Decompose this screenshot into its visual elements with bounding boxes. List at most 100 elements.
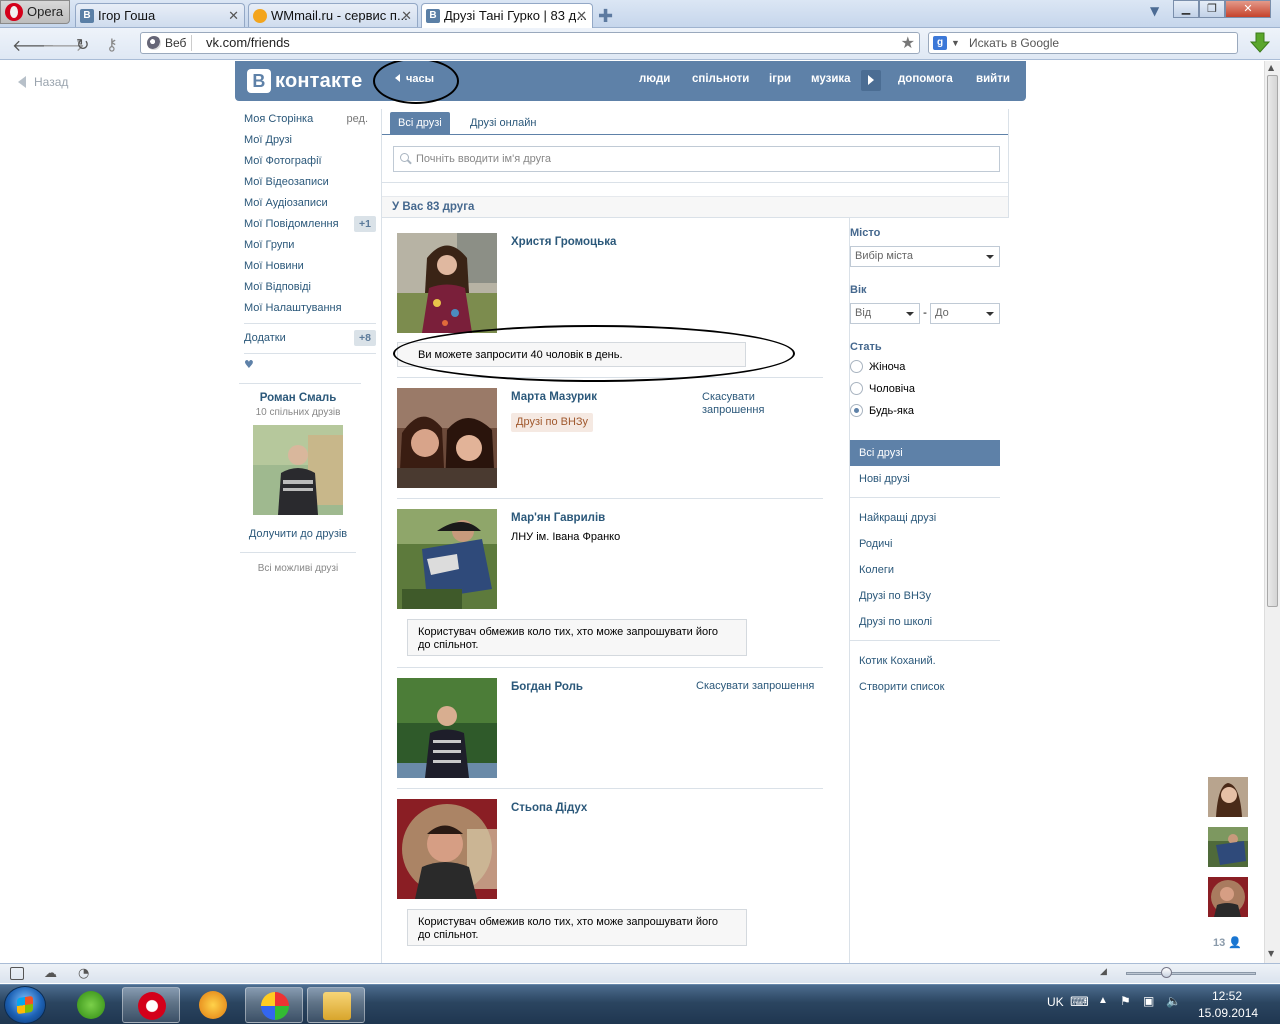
taskbar-explorer[interactable]: [307, 987, 365, 1023]
browser-tab-2[interactable]: WMmail.ru - сервис п... ✕: [248, 3, 418, 27]
menu-my-news[interactable]: Мої Новини: [244, 256, 376, 277]
minimize-button[interactable]: ▁: [1173, 0, 1199, 18]
age-from-select[interactable]: Від: [850, 303, 920, 324]
menu-my-photos[interactable]: Мої Фотографії: [244, 151, 376, 172]
tab-close-icon[interactable]: ✕: [401, 8, 412, 24]
taskbar-opera[interactable]: [122, 987, 180, 1023]
header-clock[interactable]: часы: [395, 73, 434, 85]
friend-name[interactable]: Христя Громоцька: [511, 236, 616, 248]
menu-my-audio[interactable]: Мої Аудіозаписи: [244, 193, 376, 214]
restore-button[interactable]: ❐: [1199, 0, 1225, 18]
network-icon[interactable]: ▣: [1143, 994, 1154, 1008]
sex-radio-female[interactable]: Жіноча: [850, 360, 905, 376]
friend-list-tag[interactable]: Друзі по ВНЗу: [511, 413, 594, 432]
list-all-friends[interactable]: Всі друзі: [850, 440, 1000, 466]
heart-icon[interactable]: ♥: [244, 358, 376, 376]
browser-tab-3-active[interactable]: В Друзі Тані Гурко | 83 д... ✕: [421, 3, 593, 28]
volume-icon[interactable]: 🔈: [1166, 994, 1181, 1008]
nav-games[interactable]: ігри: [769, 73, 791, 85]
cloud-icon[interactable]: ☁: [44, 966, 57, 981]
close-window-button[interactable]: ✕: [1225, 0, 1271, 18]
list-school[interactable]: Друзі по школі: [850, 609, 1000, 635]
keyboard-language[interactable]: UK: [1047, 995, 1064, 1009]
keyboard-icon[interactable]: ⌨: [1070, 994, 1089, 1010]
sex-radio-any[interactable]: Будь-яка: [850, 404, 914, 420]
cancel-invite-link[interactable]: Скасувати запрошення: [696, 680, 814, 693]
list-new-friends[interactable]: Нові друзі: [850, 466, 1000, 492]
edit-link[interactable]: ред.: [347, 109, 368, 130]
chat-dock-avatar[interactable]: [1208, 877, 1248, 917]
friend-avatar[interactable]: [397, 509, 497, 609]
scrollbar-thumb[interactable]: [1267, 75, 1278, 607]
suggestion-avatar[interactable]: [253, 425, 343, 515]
chat-dock-avatar[interactable]: [1208, 827, 1248, 867]
browser-tab-1[interactable]: В Ігор Гоша ✕: [75, 3, 245, 27]
taskbar-utorrent[interactable]: [62, 987, 120, 1023]
tray-expand-icon[interactable]: ▲: [1098, 995, 1108, 1006]
menu-my-friends[interactable]: Мої Друзі: [244, 130, 376, 151]
chat-dock-avatar[interactable]: [1208, 777, 1248, 817]
action-center-flag-icon[interactable]: ⚑: [1120, 994, 1131, 1008]
age-to-select[interactable]: До: [930, 303, 1000, 324]
zoom-slider-knob[interactable]: [1161, 967, 1172, 978]
site-info-badge[interactable]: Веб: [145, 35, 193, 51]
city-select[interactable]: Вибір міста: [850, 246, 1000, 267]
new-tab-plus-icon[interactable]: ✚: [598, 6, 613, 27]
friend-search-input[interactable]: Почніть вводити ім'я друга: [393, 146, 1000, 172]
scroll-down-icon[interactable]: ▼: [1268, 949, 1274, 958]
opera-menu-button[interactable]: Opera: [0, 0, 70, 24]
nav-people[interactable]: люди: [639, 73, 670, 85]
tab-all-friends[interactable]: Всі друзі: [390, 112, 450, 135]
tab-online-friends[interactable]: Друзі онлайн: [462, 112, 544, 135]
panel-toggle-icon[interactable]: [10, 967, 24, 980]
back-link[interactable]: Назад: [18, 75, 68, 89]
music-play-icon[interactable]: [861, 70, 881, 91]
suggestion-name[interactable]: Роман Смаль: [240, 392, 356, 404]
nav-communities[interactable]: спільноти: [692, 73, 749, 85]
taskbar-aimp[interactable]: [184, 987, 242, 1023]
friend-name[interactable]: Мар'ян Гаврилів: [511, 512, 605, 524]
download-arrow-icon[interactable]: [1250, 32, 1270, 54]
tab-close-icon[interactable]: ✕: [576, 8, 587, 24]
vertical-scrollbar[interactable]: ▲ ▼: [1264, 61, 1280, 963]
cancel-invite-link[interactable]: Скасувати запрошення: [702, 391, 764, 417]
menu-my-answers[interactable]: Мої Відповіді: [244, 277, 376, 298]
scroll-up-icon[interactable]: ▲: [1268, 63, 1274, 72]
dock-online-count[interactable]: 13 👤: [1213, 936, 1242, 949]
nav-help[interactable]: допомога: [898, 73, 953, 85]
url-field[interactable]: Веб vk.com/friends ★: [140, 32, 920, 54]
friend-name[interactable]: Богдан Роль: [511, 681, 583, 693]
speed-dial-icon[interactable]: ◔: [78, 966, 89, 981]
search-engine-chevron-icon[interactable]: ▼: [951, 33, 960, 53]
list-best-friends[interactable]: Найкращі друзі: [850, 505, 1000, 531]
add-friend-link[interactable]: Долучити до друзів: [240, 528, 356, 540]
reload-icon[interactable]: ↻: [76, 35, 89, 54]
menu-my-messages[interactable]: Мої Повідомлення +1: [244, 214, 376, 235]
clock-date[interactable]: 15.09.2014: [1198, 1006, 1258, 1020]
google-search-field[interactable]: g ▼ Искать в Google: [928, 32, 1238, 54]
friend-avatar[interactable]: [397, 678, 497, 778]
menu-my-videos[interactable]: Мої Відеозаписи: [244, 172, 376, 193]
friend-avatar[interactable]: [397, 388, 497, 488]
friend-name[interactable]: Марта Мазурик: [511, 391, 597, 403]
friend-name[interactable]: Стьопа Дідух: [511, 802, 587, 814]
sex-radio-male[interactable]: Чоловіча: [850, 382, 915, 398]
bookmark-star-icon[interactable]: ★: [901, 33, 915, 52]
clock-time[interactable]: 12:52: [1212, 989, 1242, 1003]
all-suggestions-link[interactable]: Всі можливі друзі: [240, 552, 356, 574]
tab-close-icon[interactable]: ✕: [228, 8, 239, 24]
list-custom-kotyk[interactable]: Котик Коханий.: [850, 648, 1000, 674]
create-list-link[interactable]: Створити список: [850, 674, 1000, 700]
menu-my-groups[interactable]: Мої Групи: [244, 235, 376, 256]
list-university[interactable]: Друзі по ВНЗу: [850, 583, 1000, 609]
menu-my-page[interactable]: Моя Сторінка ред.: [244, 109, 376, 130]
nav-music[interactable]: музика: [811, 73, 851, 85]
start-button-windows-icon[interactable]: [4, 986, 46, 1024]
menu-my-settings[interactable]: Мої Налаштування: [244, 298, 376, 319]
friend-avatar[interactable]: [397, 799, 497, 899]
nav-logout[interactable]: вийти: [976, 73, 1010, 85]
vk-logo[interactable]: Вконтакте: [247, 69, 363, 93]
tab-list-chevron-icon[interactable]: ▼: [1150, 4, 1159, 18]
key-icon[interactable]: ⚷: [106, 35, 118, 54]
list-colleagues[interactable]: Колеги: [850, 557, 1000, 583]
